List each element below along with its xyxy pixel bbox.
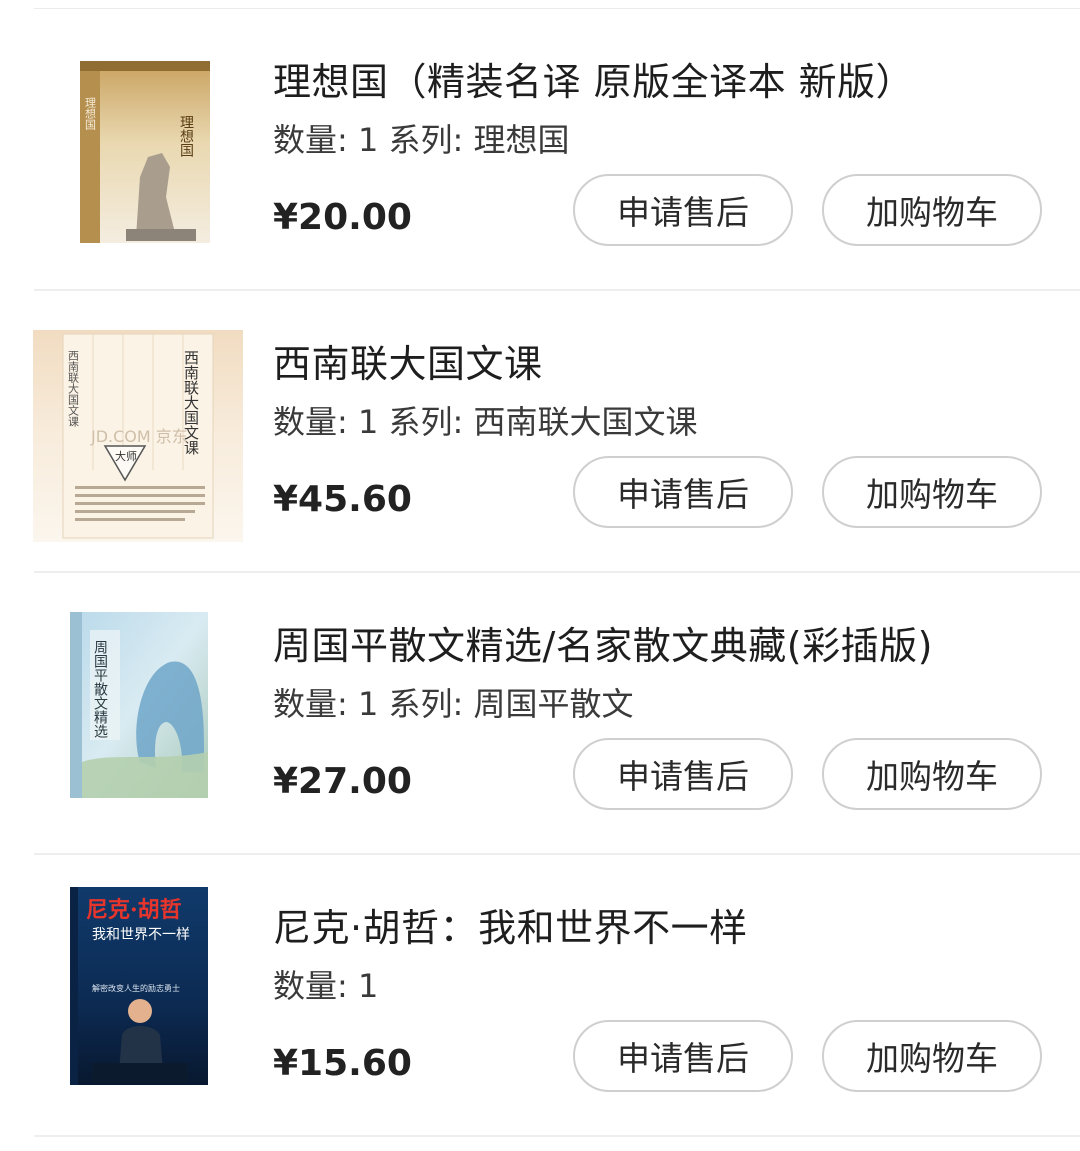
book-cover-xinan-icon[interactable]: 西南联大国文课 西南联大国文课 JD.COM 京东 大师 [33, 330, 243, 542]
order-item[interactable]: 西南联大国文课 西南联大国文课 JD.COM 京东 大师 西南联大国文课 数量:… [0, 291, 1080, 573]
cover-spine-title: 理想国 [84, 97, 97, 131]
cover-watermark: JD.COM 京东 [90, 427, 188, 446]
cover-title: 周国平散文精选 [92, 640, 108, 739]
order-item-list: 理想国 理想国 理想国（精装名译 原版全译本 新版） 数量: 1 系列: 理想国… [0, 9, 1080, 1137]
add-to-cart-button[interactable]: 加购物车 [822, 738, 1042, 810]
cover-subtitle: 我和世界不一样 [92, 927, 190, 943]
product-price: ¥27.00 [273, 761, 412, 802]
after-sales-button[interactable]: 申请售后 [573, 1020, 793, 1092]
product-title[interactable]: 尼克·胡哲：我和世界不一样 [273, 897, 748, 952]
product-meta: 数量: 1 系列: 理想国 [273, 121, 570, 159]
cover-spine-title: 西南联大国文课 [67, 350, 80, 428]
book-cover-republic-icon[interactable]: 理想国 理想国 [66, 57, 212, 245]
cover-badge: 大师 [115, 449, 137, 463]
cover-tagline: 解密改变人生的励志勇士 [92, 983, 180, 993]
cover-title: 尼克·胡哲 [86, 897, 182, 923]
product-title[interactable]: 周国平散文精选/名家散文典藏(彩插版) [273, 615, 933, 670]
product-meta: 数量: 1 [273, 967, 379, 1005]
product-price: ¥15.60 [273, 1043, 412, 1084]
product-meta: 数量: 1 系列: 周国平散文 [273, 685, 634, 723]
after-sales-button[interactable]: 申请售后 [573, 174, 793, 246]
add-to-cart-button[interactable]: 加购物车 [822, 174, 1042, 246]
after-sales-button[interactable]: 申请售后 [573, 738, 793, 810]
order-item[interactable]: 尼克·胡哲 我和世界不一样 解密改变人生的励志勇士 尼克·胡哲：我和世界不一样 … [0, 855, 1080, 1137]
add-to-cart-button[interactable]: 加购物车 [822, 456, 1042, 528]
add-to-cart-button[interactable]: 加购物车 [822, 1020, 1042, 1092]
product-price: ¥20.00 [273, 197, 412, 238]
order-item[interactable]: 周国平散文精选 周国平散文精选/名家散文典藏(彩插版) 数量: 1 系列: 周国… [0, 573, 1080, 855]
product-price: ¥45.60 [273, 479, 412, 520]
cover-title: 理想国 [178, 115, 194, 157]
product-title[interactable]: 西南联大国文课 [273, 333, 543, 388]
after-sales-button[interactable]: 申请售后 [573, 456, 793, 528]
book-cover-zhouguoping-icon[interactable]: 周国平散文精选 [70, 612, 208, 798]
product-title[interactable]: 理想国（精装名译 原版全译本 新版） [273, 51, 914, 106]
product-meta: 数量: 1 系列: 西南联大国文课 [273, 403, 698, 441]
book-cover-nick-icon[interactable]: 尼克·胡哲 我和世界不一样 解密改变人生的励志勇士 [70, 887, 208, 1085]
order-item[interactable]: 理想国 理想国 理想国（精装名译 原版全译本 新版） 数量: 1 系列: 理想国… [0, 9, 1080, 291]
